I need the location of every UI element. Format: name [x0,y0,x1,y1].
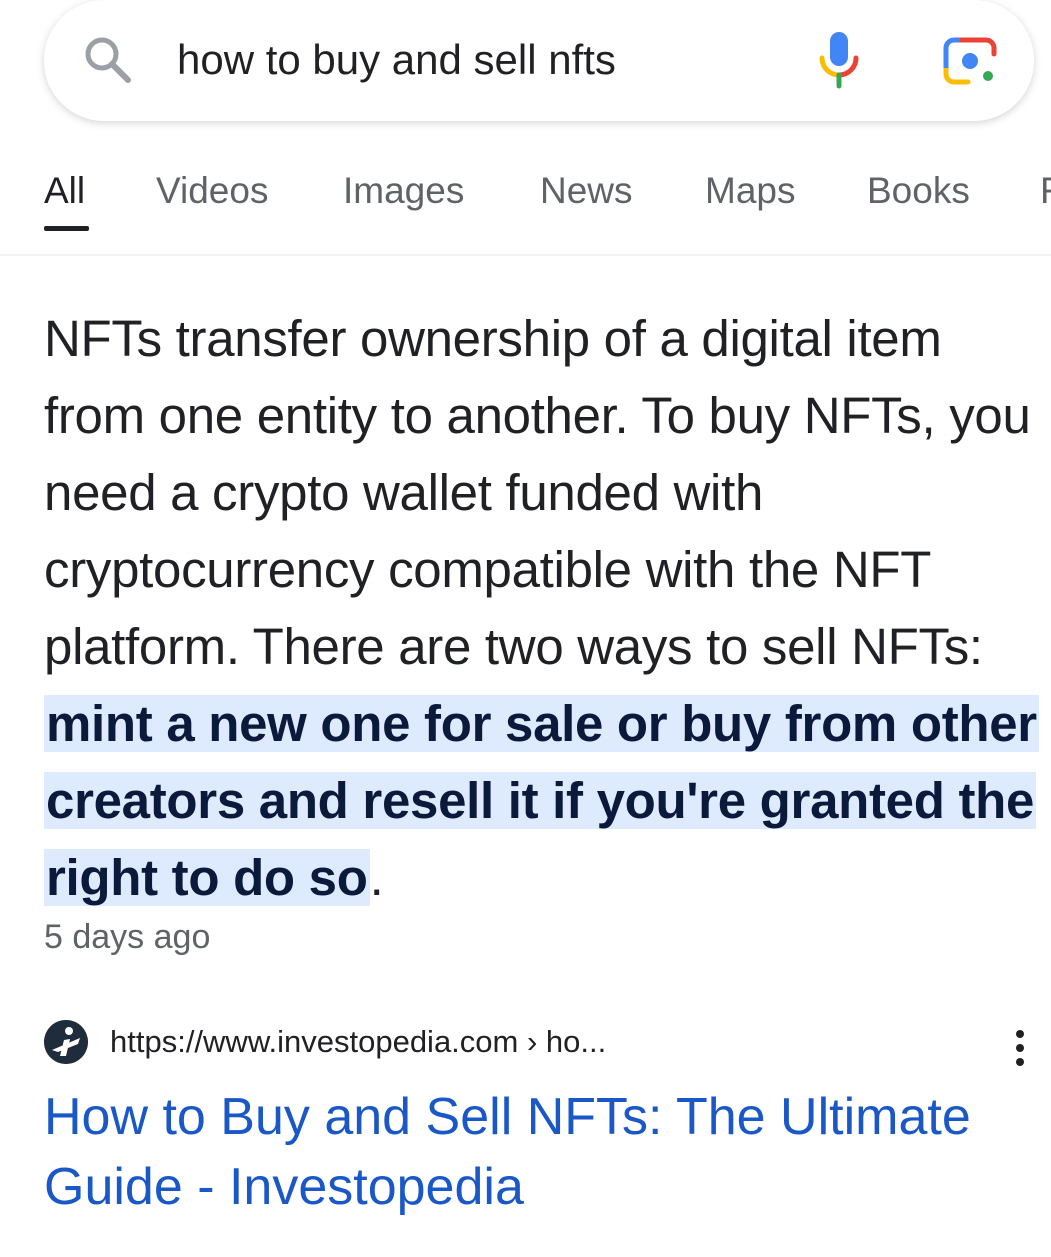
tab-videos[interactable]: Videos [156,170,268,212]
result-title-link[interactable]: How to Buy and Sell NFTs: The Ultimate G… [44,1082,1034,1222]
search-icon[interactable] [82,34,134,86]
active-tab-indicator [44,226,89,231]
result-source[interactable]: https://www.investopedia.com › ho... [44,1016,1034,1072]
snippet-date: 5 days ago [44,918,211,956]
tab-images[interactable]: Images [343,170,464,212]
tab-maps[interactable]: Maps [705,170,795,212]
featured-snippet: NFTs transfer ownership of a digital ite… [44,300,1044,916]
snippet-text: NFTs transfer ownership of a digital ite… [44,310,1031,675]
snippet-highlight: mint a new one for sale or buy from othe… [44,695,1039,906]
more-vert-icon[interactable] [1010,1028,1030,1068]
result-url[interactable]: https://www.investopedia.com › ho... [110,1024,606,1060]
mic-icon[interactable] [814,30,864,90]
tab-all[interactable]: All [44,170,85,212]
tab-books[interactable]: Books [867,170,970,212]
investopedia-favicon [44,1020,88,1064]
tab-more[interactable]: F [1040,170,1051,212]
snippet-text-end: . [369,849,384,906]
tab-news[interactable]: News [540,170,633,212]
search-tabs: All Videos Images News Maps Books F [0,140,1051,256]
search-input[interactable]: how to buy and sell nfts [177,36,616,84]
lens-icon[interactable] [942,36,998,86]
